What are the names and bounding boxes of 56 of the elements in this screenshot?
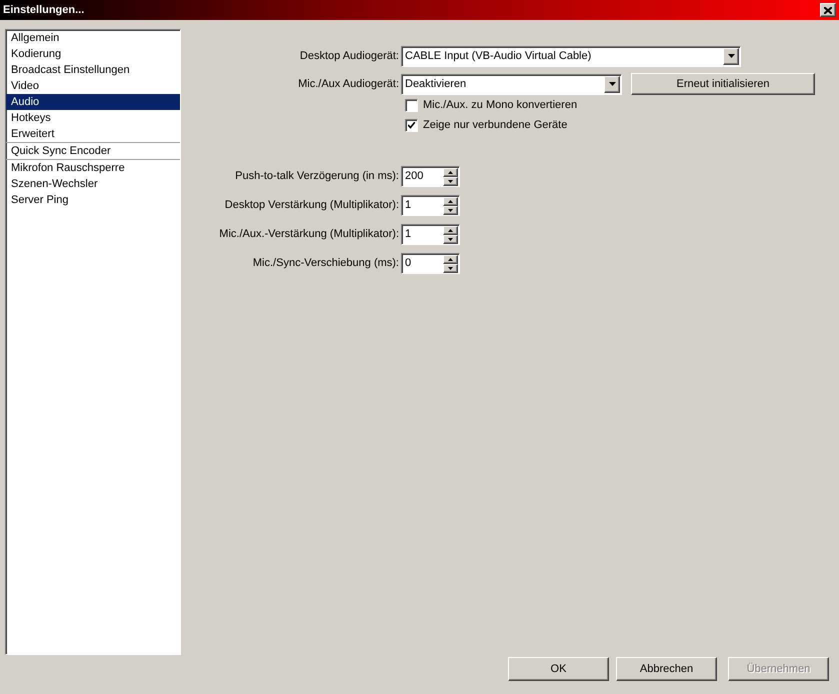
sidebar-item[interactable]: Szenen-Wechsler bbox=[6, 176, 180, 192]
down-arrow-icon bbox=[448, 238, 453, 240]
checkbox-label: Zeige nur verbundene Geräte bbox=[423, 118, 568, 133]
dropdown[interactable]: Deaktivieren bbox=[401, 74, 622, 94]
down-arrow-icon bbox=[448, 208, 453, 212]
sidebar-item[interactable]: Allgemein bbox=[6, 30, 180, 46]
caret-icon bbox=[728, 54, 734, 58]
spin-up-button[interactable] bbox=[443, 196, 458, 206]
spin-up-button[interactable] bbox=[443, 254, 458, 264]
spin-value: 200 bbox=[404, 169, 424, 184]
spin-up-button[interactable] bbox=[443, 168, 458, 176]
sidebar-item[interactable]: Erweitert bbox=[6, 126, 180, 142]
sidebar-item[interactable]: Broadcast Einstellungen bbox=[6, 62, 180, 78]
sidebar-item[interactable]: Hotkeys bbox=[6, 110, 180, 126]
dropdown-value: Deaktivieren bbox=[404, 76, 468, 92]
checkbox-label: Mic./Aux. zu Mono konvertieren bbox=[423, 98, 578, 113]
sidebar-item[interactable]: Quick Sync Encoder bbox=[6, 143, 180, 159]
spin-value: 1 bbox=[404, 227, 412, 242]
window-title: Einstellungen... bbox=[3, 2, 84, 18]
up-arrow-icon bbox=[448, 228, 453, 232]
spin-field[interactable]: 0 bbox=[401, 253, 460, 274]
field-label: Desktop Audiogerät: bbox=[298, 48, 400, 64]
spin-value: 0 bbox=[404, 256, 412, 272]
close-button[interactable] bbox=[820, 3, 836, 17]
down-arrow-icon bbox=[448, 266, 453, 270]
spin-up-button[interactable] bbox=[443, 226, 458, 234]
close-icon bbox=[824, 6, 832, 14]
up-arrow-icon bbox=[448, 170, 453, 174]
field-label: Mic./Sync-Verschiebung (ms): bbox=[252, 256, 400, 272]
up-arrow-icon bbox=[448, 258, 453, 260]
checkmark-icon bbox=[408, 122, 415, 128]
field-label: Mic./Aux Audiogerät: bbox=[297, 76, 400, 92]
dropdown-value: CABLE Input (VB-Audio Virtual Cable) bbox=[404, 48, 592, 64]
dropdown-button[interactable] bbox=[723, 48, 739, 64]
spin-field[interactable]: 1 bbox=[401, 195, 460, 216]
dialog-button[interactable]: OK bbox=[508, 657, 609, 681]
sidebar-item[interactable]: Video bbox=[6, 78, 180, 94]
spin-value: 1 bbox=[404, 198, 412, 214]
checkbox[interactable] bbox=[405, 118, 418, 132]
field-label: Push-to-talk Verzögerung (in ms): bbox=[234, 169, 400, 184]
checkbox[interactable] bbox=[405, 98, 418, 112]
field-label: Mic./Aux.-Verstärkung (Multiplikator): bbox=[218, 227, 400, 242]
caret-icon bbox=[608, 82, 616, 86]
dropdown-button[interactable] bbox=[604, 76, 620, 92]
down-arrow-icon bbox=[448, 180, 453, 182]
sidebar-item[interactable]: Kodierung bbox=[6, 46, 180, 62]
dropdown[interactable]: CABLE Input (VB-Audio Virtual Cable) bbox=[401, 46, 741, 66]
spin-field[interactable]: 200 bbox=[401, 166, 460, 187]
up-arrow-icon bbox=[448, 200, 453, 202]
reinitialize-button[interactable]: Erneut initialisieren bbox=[631, 73, 815, 95]
spin-field[interactable]: 1 bbox=[401, 224, 460, 245]
field-label: Desktop Verstärkung (Multiplikator): bbox=[224, 198, 400, 214]
sidebar-item[interactable]: Server Ping bbox=[6, 192, 180, 208]
dialog-button[interactable]: Abbrechen bbox=[616, 657, 717, 681]
sidebar-item[interactable]: Audio bbox=[6, 94, 180, 110]
sidebar-item[interactable]: Mikrofon Rauschsperre bbox=[6, 160, 180, 176]
